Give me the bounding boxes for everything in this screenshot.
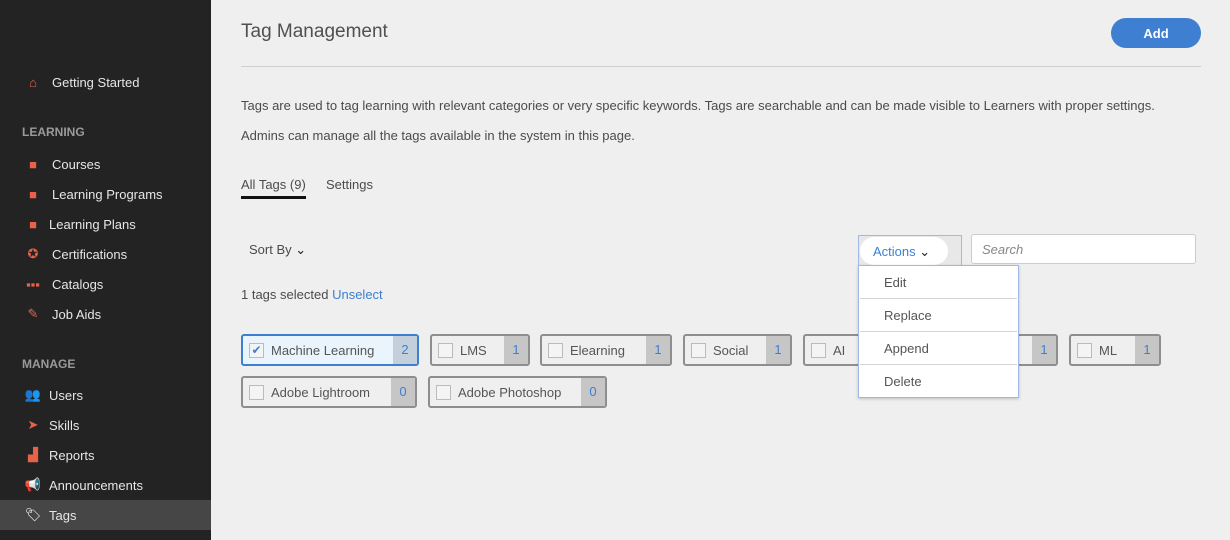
tag-count: 2 [393,336,417,364]
tab-all-tags[interactable]: All Tags (9) [241,177,306,199]
sidebar-item-announcements[interactable]: 📢 Announcements [0,470,211,500]
tag-count: 1 [1135,336,1159,364]
page-title: Tag Management [241,21,388,42]
tag-checkbox[interactable] [548,342,563,358]
tag-checkbox[interactable] [811,342,826,358]
tag-count: 1 [646,336,670,364]
tag-chip[interactable]: Social 1 [683,334,792,366]
sidebar-item-courses[interactable]: ■ Courses [0,149,211,179]
tag-checkbox[interactable] [438,342,453,358]
sidebar: ⌂ Getting Started LEARNING ■ Courses ■ Lear… [0,0,211,540]
tag-count: 0 [391,378,415,406]
sort-by-dropdown[interactable]: Sort By ⌄ [249,242,306,258]
chevron-down-icon: ⌄ [295,242,307,257]
users-icon: 👥 [24,387,42,402]
tag-count: 1 [766,336,790,364]
learning-program-icon: ■ [29,186,37,202]
pin-icon: ✎ [27,306,39,321]
tag-chip[interactable]: ✔ Machine Learning 2 [241,334,419,366]
tag-icon: 🏷 [24,507,42,522]
section-learning: LEARNING [22,125,85,139]
description-line: Tags are used to tag learning with relev… [241,98,1155,113]
sidebar-item-tags[interactable]: 🏷 Tags [0,500,211,530]
tag-chip[interactable]: Elearning 1 [540,334,672,366]
tag-name: AI [833,342,846,358]
tag-name: ML [1099,342,1118,358]
sidebar-item-certifications[interactable]: ✪ Certifications [0,239,211,269]
menu-item-edit[interactable]: Edit [860,266,1017,299]
tag-name: Adobe Lightroom [271,384,371,400]
menu-item-append[interactable]: Append [860,332,1017,365]
tag-name: Machine Learning [271,342,375,358]
section-manage: MANAGE [22,357,76,371]
tag-checkbox[interactable] [436,384,451,400]
sidebar-item-reports[interactable]: ▟ Reports [0,440,211,470]
tag-count: 1 [504,336,528,364]
sidebar-item-catalogs[interactable]: ▪▪▪ Catalogs [0,269,211,299]
sidebar-item-users[interactable]: 👥 Users [0,380,211,410]
tag-name: Social [713,342,749,358]
sidebar-item-learning-plans[interactable]: ■ Learning Plans [0,209,211,239]
selection-status: 1 tags selected Unselect [241,287,383,302]
actions-dropdown[interactable]: Actions ⌄ [858,235,962,266]
unselect-link[interactable]: Unselect [332,287,383,302]
description-line: Admins can manage all the tags available… [241,128,635,143]
tag-count: 1 [1032,336,1056,364]
tab-settings[interactable]: Settings [326,177,373,196]
tag-chip[interactable]: ML 1 [1069,334,1161,366]
tag-name: Elearning [570,342,625,358]
tag-checkbox[interactable] [691,342,706,358]
add-button[interactable]: Add [1111,18,1201,48]
tag-chip[interactable]: Adobe Photoshop 0 [428,376,607,408]
megaphone-icon: 📢 [24,477,42,492]
sidebar-item-skills[interactable]: ➤ Skills [0,410,211,440]
divider [241,66,1201,67]
tag-chip[interactable]: Adobe Lightroom 0 [241,376,417,408]
tag-name: LMS [460,342,487,358]
tag-name: Adobe Photoshop [458,384,562,400]
sidebar-item-job-aids[interactable]: ✎ Job Aids [0,299,211,329]
paper-plane-icon: ➤ [27,417,39,432]
tag-checkbox[interactable] [1077,342,1092,358]
chevron-down-icon: ⌄ [919,244,931,259]
tag-chip[interactable]: LMS 1 [430,334,530,366]
bar-chart-icon: ▟ [28,447,38,462]
sidebar-item-learning-programs[interactable]: ■ Learning Programs [0,179,211,209]
tag-checkbox[interactable] [249,384,264,400]
sidebar-item-getting-started[interactable]: ⌂ Getting Started [0,67,211,97]
learning-plan-icon: ■ [29,216,37,232]
certificate-icon: ✪ [27,246,39,261]
home-icon: ⌂ [29,74,37,90]
menu-item-delete[interactable]: Delete [860,365,1017,398]
book-icon: ■ [29,156,37,172]
tag-chip[interactable]: AI [803,334,863,366]
grid-icon: ▪▪▪ [26,276,40,292]
actions-menu: Edit Replace Append Delete [858,265,1019,398]
menu-item-replace[interactable]: Replace [860,299,1017,332]
tag-count: 0 [581,378,605,406]
search-input[interactable]: Search [971,234,1196,264]
tag-checkbox[interactable]: ✔ [249,342,264,358]
